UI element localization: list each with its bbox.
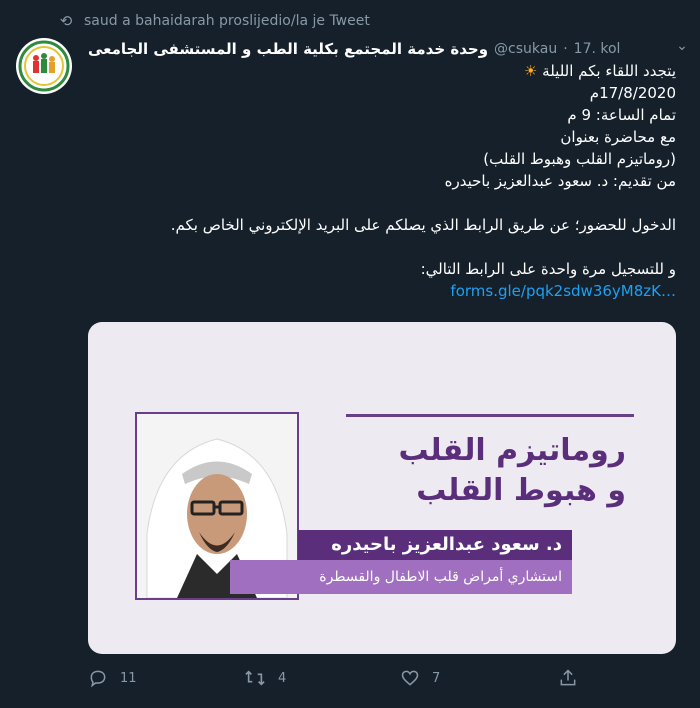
tweet-line: مع محاضرة بعنوان [560, 128, 676, 146]
tweet-line [88, 192, 676, 214]
like-count: 7 [432, 670, 441, 686]
title-divider [346, 414, 634, 417]
retweet-context[interactable]: ⟲ saud a bahaidarah proslijedio/la je Tw… [58, 12, 370, 30]
tweet-link-line: forms.gle/pqk2sdw36yM8zK… [88, 280, 676, 302]
reply-count: 11 [120, 670, 137, 686]
retweet-icon: ⟲ [59, 12, 73, 30]
tweet-header: وحدة خدمة المجتمع بكلية الطب و المستشفى … [88, 38, 648, 60]
like-button[interactable]: 7 [400, 668, 440, 688]
separator-dot: · [563, 41, 568, 57]
speaker-title: استشاري أمراض قلب الاطفال والقسطرة [230, 560, 572, 594]
tweet-line: يتجدد اللقاء بكم الليلة ☀ [523, 62, 676, 80]
media-title-line2: و هبوط القلب [416, 473, 626, 508]
heart-icon [401, 670, 419, 686]
tweet-body: يتجدد اللقاء بكم الليلة ☀ 17/8/2020م تما… [88, 60, 676, 302]
tweet-line: و للتسجيل مرة واحدة على الرابط التالي: [420, 260, 676, 278]
share-button[interactable] [558, 668, 578, 688]
tweet-link[interactable]: forms.gle/pqk2sdw36yM8zK… [450, 280, 676, 302]
chevron-down-icon[interactable]: ⌄ [672, 38, 692, 54]
author-name[interactable]: وحدة خدمة المجتمع بكلية الطب و المستشفى … [88, 40, 488, 58]
tweet-line: 17/8/2020م [589, 84, 676, 102]
retweet-button[interactable]: 4 [244, 668, 286, 688]
tweet-line [88, 236, 676, 258]
tweet-line: من تقديم: د. سعود عبدالعزيز باحيدره [444, 172, 676, 190]
media-title-line1: روماتيزم القلب [398, 433, 626, 468]
tweet-media-image[interactable]: روماتيزم القلب و هبوط القلب د. سعود عبدا… [88, 322, 676, 654]
reply-icon [90, 670, 106, 688]
tweet-line: الدخول للحضور؛ عن طريق الرابط الذي يصلكم… [170, 216, 676, 234]
retweet-count: 4 [278, 670, 287, 686]
tweet-line: (روماتيزم القلب وهبوط القلب) [483, 150, 676, 168]
tweet-actions: 11 4 7 [88, 668, 588, 692]
avatar-logo [18, 40, 70, 92]
retweet-action-icon [245, 670, 265, 686]
share-icon [560, 669, 576, 686]
reply-button[interactable]: 11 [88, 668, 137, 688]
author-handle[interactable]: @csukau [494, 41, 557, 57]
sun-emoji-icon: ☀ [523, 62, 538, 80]
retweet-context-text: saud a bahaidarah proslijedio/la je Twee… [84, 13, 370, 29]
tweet-line: تمام الساعة: 9 م [567, 106, 676, 124]
avatar[interactable] [16, 38, 72, 94]
tweet-date[interactable]: 17. kol [574, 41, 621, 57]
speaker-name: د. سعود عبدالعزيز باحيدره [298, 530, 572, 560]
